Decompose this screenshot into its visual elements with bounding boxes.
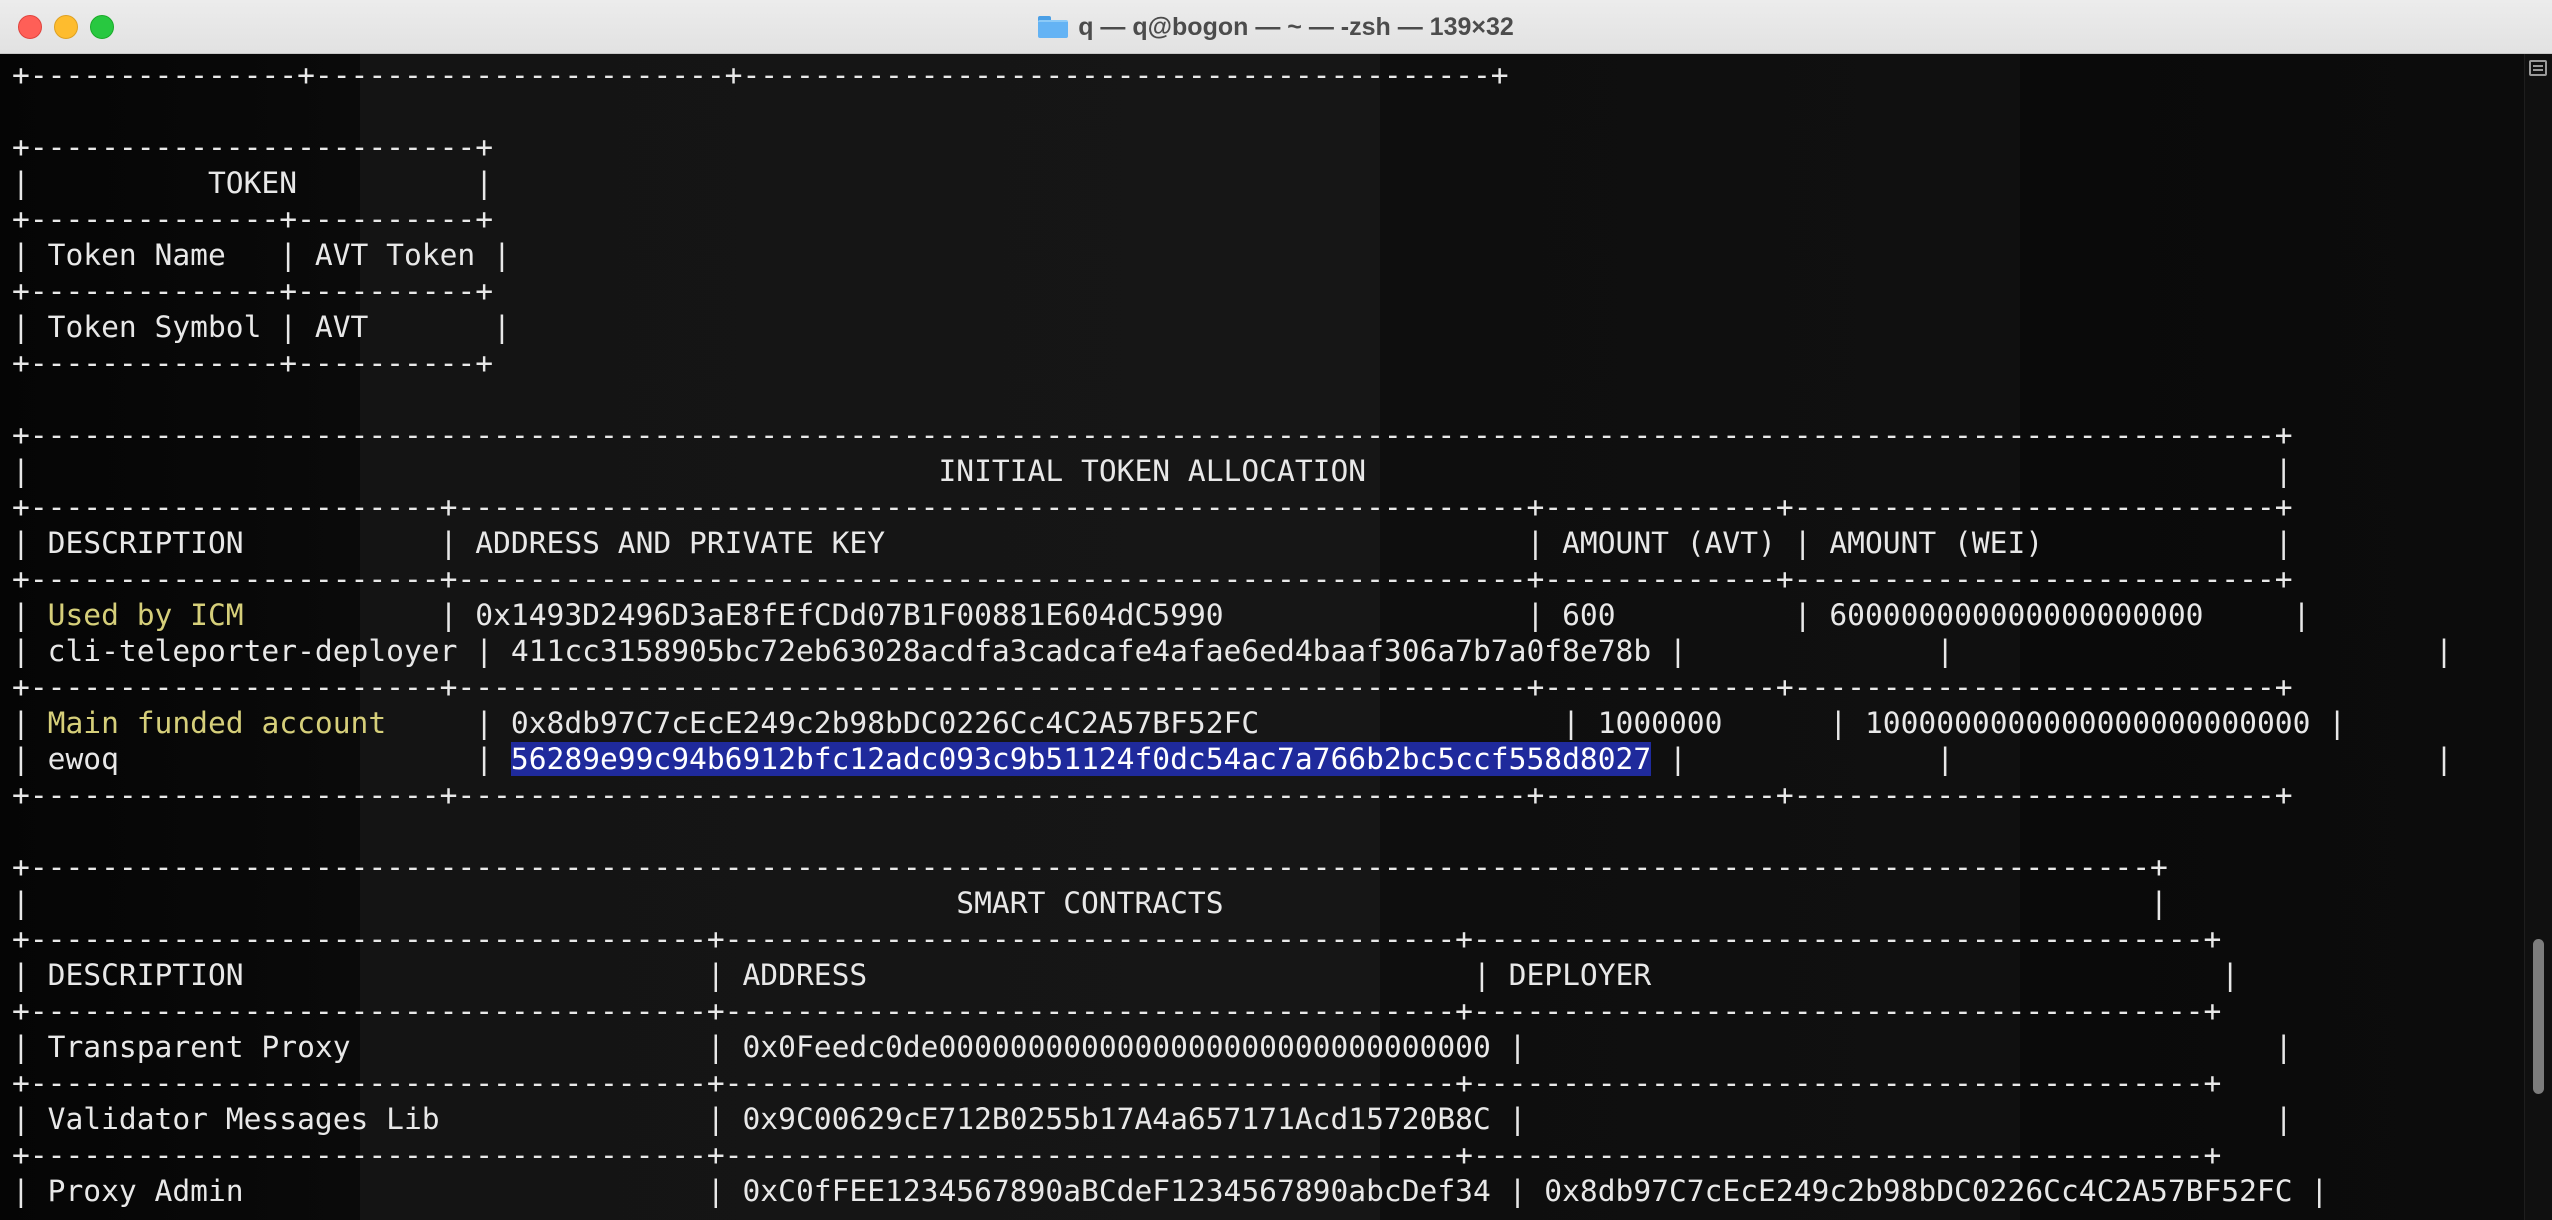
terminal-text-segment: | DESCRIPTION | ADDRESS | DEPLOYER |: [12, 958, 2240, 992]
terminal-line: +--------------------------------------+…: [12, 1065, 2453, 1101]
terminal-line: | Token Symbol | AVT |: [12, 309, 2453, 345]
terminal-text-segment: | 0x8db97C7cEcE249c2b98bDC0226Cc4C2A57BF…: [386, 706, 2347, 740]
terminal-text-segment: +--------------------------------------+…: [12, 1066, 2222, 1100]
terminal-line: | DESCRIPTION | ADDRESS AND PRIVATE KEY …: [12, 525, 2453, 561]
terminal-text-segment: | ewoq |: [12, 742, 511, 776]
terminal-text-segment: +--------------------------------------+…: [12, 994, 2222, 1028]
terminal-line: +-----------------------+---------------…: [12, 669, 2453, 705]
window-title-area: q — q@bogon — ~ — -zsh — 139×32: [0, 0, 2552, 54]
highlighted-text: Used by ICM: [47, 598, 244, 632]
terminal-text-segment: +--------------------------------------+…: [12, 922, 2222, 956]
terminal-text-segment: | cli-teleporter-deployer | 411cc3158905…: [12, 634, 2453, 668]
terminal-line: | ewoq | 56289e99c94b6912bfc12adc093c9b5…: [12, 741, 2453, 777]
title-bar[interactable]: q — q@bogon — ~ — -zsh — 139×32: [0, 0, 2552, 54]
scrollbar-thumb[interactable]: [2533, 939, 2544, 1094]
terminal-line: +---------------+-----------------------…: [12, 57, 2453, 93]
terminal-text-segment: | INITIAL TOKEN ALLOCATION |: [12, 454, 2293, 488]
terminal-text-segment: | | |: [1651, 742, 2453, 776]
terminal-line: +--------------+----------+: [12, 201, 2453, 237]
terminal-line: | SMART CONTRACTS |: [12, 885, 2453, 921]
terminal-line: +--------------+----------+: [12, 273, 2453, 309]
terminal-text-segment: +--------------------------------------+…: [12, 1138, 2222, 1172]
terminal-text-segment: | Token Symbol | AVT |: [12, 310, 511, 344]
terminal-line: | TOKEN |: [12, 165, 2453, 201]
terminal-line: | INITIAL TOKEN ALLOCATION |: [12, 453, 2453, 489]
selected-text: 56289e99c94b6912bfc12adc093c9b51124f0dc5…: [510, 742, 1652, 776]
terminal-line: +-----------------------+---------------…: [12, 561, 2453, 597]
terminal-text-segment: +--------------+----------+: [12, 274, 494, 308]
terminal-text-segment: +---------------------------------------…: [12, 418, 2293, 452]
terminal-text-segment: | Validator Messages Lib | 0x9C00629cE71…: [12, 1102, 2293, 1136]
terminal-text-segment: +---------------+-----------------------…: [12, 58, 1509, 92]
terminal-line: | Validator Messages Lib | 0x9C00629cE71…: [12, 1101, 2453, 1137]
terminal-line: +--------------------------------------+…: [12, 993, 2453, 1029]
terminal-text[interactable]: +---------------+-----------------------…: [12, 57, 2453, 1209]
terminal-line: | DESCRIPTION | ADDRESS | DEPLOYER |: [12, 957, 2453, 993]
terminal-line: | Main funded account | 0x8db97C7cEcE249…: [12, 705, 2453, 741]
terminal-text-segment: +---------------------------------------…: [12, 850, 2168, 884]
terminal-text-segment: +--------------+----------+: [12, 202, 494, 236]
terminal-text-segment: | Token Name | AVT Token |: [12, 238, 511, 272]
terminal-text-segment: +-----------------------+---------------…: [12, 670, 2293, 704]
terminal-text-segment: | 0x1493D2496D3aE8fEfCDd07B1F00881E604dC…: [243, 598, 2311, 632]
terminal-line: +-------------------------+: [12, 129, 2453, 165]
terminal-line: +---------------------------------------…: [12, 849, 2453, 885]
terminal-line: +--------------+----------+: [12, 345, 2453, 381]
terminal-text-segment: | Proxy Admin | 0xC0fFEE1234567890aBCdeF…: [12, 1174, 2329, 1208]
terminal-text-segment: | SMART CONTRACTS |: [12, 886, 2168, 920]
terminal-text-segment: +-----------------------+---------------…: [12, 778, 2293, 812]
terminal-line: +-----------------------+---------------…: [12, 777, 2453, 813]
split-pane-menu-icon[interactable]: [2529, 60, 2547, 76]
terminal-line: | Transparent Proxy | 0x0Feedc0de0000000…: [12, 1029, 2453, 1065]
terminal-text-segment: +-----------------------+---------------…: [12, 490, 2293, 524]
terminal-text-segment: +-------------------------+: [12, 130, 494, 164]
vertical-scrollbar[interactable]: [2524, 54, 2552, 1220]
terminal-line: +--------------------------------------+…: [12, 1137, 2453, 1173]
terminal-window: q — q@bogon — ~ — -zsh — 139×32 +-------…: [0, 0, 2552, 1220]
terminal-output[interactable]: +---------------+-----------------------…: [0, 54, 2524, 1220]
terminal-text-segment: |: [12, 706, 48, 740]
terminal-text-segment: |: [12, 598, 48, 632]
terminal-line: | cli-teleporter-deployer | 411cc3158905…: [12, 633, 2453, 669]
window-title: q — q@bogon — ~ — -zsh — 139×32: [1078, 12, 1514, 41]
terminal-text-segment: +-----------------------+---------------…: [12, 562, 2293, 596]
terminal-line: | Token Name | AVT Token |: [12, 237, 2453, 273]
terminal-text-segment: +--------------+----------+: [12, 346, 494, 380]
terminal-line: +-----------------------+---------------…: [12, 489, 2453, 525]
terminal-line: | Proxy Admin | 0xC0fFEE1234567890aBCdeF…: [12, 1173, 2453, 1209]
terminal-text-segment: | DESCRIPTION | ADDRESS AND PRIVATE KEY …: [12, 526, 2293, 560]
highlighted-text: Main funded account: [47, 706, 387, 740]
terminal-line: +---------------------------------------…: [12, 417, 2453, 453]
folder-icon: [1038, 16, 1069, 38]
terminal-line: +--------------------------------------+…: [12, 921, 2453, 957]
terminal-text-segment: | Transparent Proxy | 0x0Feedc0de0000000…: [12, 1030, 2293, 1064]
terminal-line: | Used by ICM | 0x1493D2496D3aE8fEfCDd07…: [12, 597, 2453, 633]
terminal-text-segment: | TOKEN |: [12, 166, 494, 200]
